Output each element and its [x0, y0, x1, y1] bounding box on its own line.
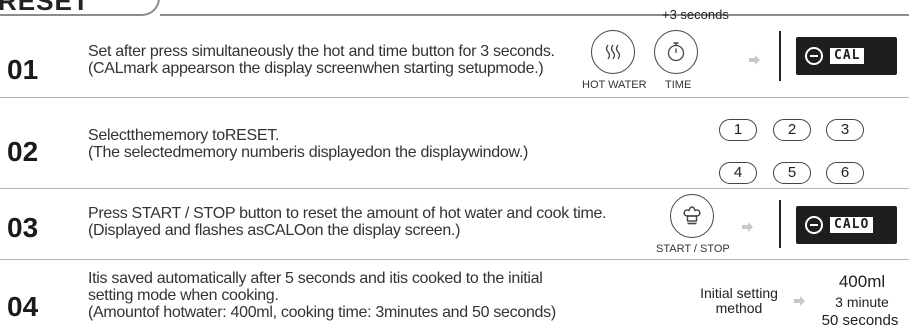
display-readout: CALO — [830, 217, 874, 233]
step-02-description: Selectthememory toRESET. (The selectedme… — [88, 127, 528, 161]
power-icon — [805, 216, 823, 234]
hold-duration-label: +3 seconds — [662, 7, 729, 22]
memory-button-1[interactable]: 1 — [719, 119, 757, 141]
display-screen-cal: CAL — [796, 37, 897, 75]
step-01-line-2: (CALmark appearson the display screenwhe… — [88, 60, 544, 77]
display-divider — [779, 31, 781, 81]
hot-water-caption: HOT WATER — [582, 79, 647, 91]
arrow-right-icon — [749, 55, 760, 65]
step-number-01: 01 — [7, 54, 39, 85]
row-divider — [0, 259, 909, 260]
row-divider — [0, 97, 909, 98]
step-03-description: Press START / STOP button to reset the a… — [88, 205, 607, 239]
initial-setting-label: Initial setting method — [691, 286, 787, 316]
memory-button-2[interactable]: 2 — [773, 119, 811, 141]
step-01-line-1: Set after press simultaneously the hot a… — [88, 43, 555, 60]
step-03-line-2: (Displayed and flashes asCALOon the disp… — [88, 222, 461, 239]
step-02-line-1: Selectthememory toRESET. — [88, 127, 280, 144]
arrow-right-icon — [794, 296, 805, 306]
step-03-line-1: Press START / STOP button to reset the a… — [88, 205, 607, 222]
step-number-04: 04 — [7, 291, 39, 322]
chef-hat-icon — [683, 206, 701, 225]
timer-icon — [667, 42, 685, 62]
memory-button-6[interactable]: 6 — [826, 162, 864, 184]
arrow-right-icon — [742, 222, 753, 232]
page-title: RESET — [0, 0, 90, 16]
time-caption: TIME — [665, 79, 692, 91]
initial-minutes: 3 minute — [835, 294, 889, 310]
step-number-02: 02 — [7, 136, 39, 167]
initial-setting-label-line-1: Initial setting — [700, 285, 778, 301]
memory-button-5[interactable]: 5 — [773, 162, 811, 184]
display-divider — [779, 200, 781, 248]
memory-button-4[interactable]: 4 — [719, 162, 757, 184]
row-divider — [0, 188, 909, 189]
start-stop-caption: START / STOP — [656, 243, 730, 255]
step-04-line-3: (Amountof hotwater: 400ml, cooking time:… — [88, 304, 556, 321]
step-number-03: 03 — [7, 212, 39, 243]
display-screen-calo: CALO — [796, 206, 897, 244]
step-04-line-2: setting mode when cooking. — [88, 287, 279, 304]
display-readout: CAL — [830, 48, 865, 64]
initial-water-amount: 400ml — [838, 272, 886, 291]
header-rule — [160, 14, 909, 16]
header-tab: RESET — [0, 0, 160, 16]
steam-icon — [605, 44, 621, 60]
step-04-line-1: Itis saved automatically after 5 seconds… — [88, 270, 543, 287]
initial-setting-label-line-2: method — [715, 300, 763, 316]
step-04-description: Itis saved automatically after 5 seconds… — [88, 270, 556, 321]
step-02-line-2: (The selectedmemory numberis displayedon… — [88, 144, 529, 161]
time-button[interactable] — [654, 30, 698, 74]
memory-button-3[interactable]: 3 — [826, 119, 864, 141]
initial-seconds: 50 seconds — [821, 312, 899, 329]
start-stop-button[interactable] — [670, 194, 714, 238]
hot-water-button[interactable] — [591, 30, 635, 74]
power-icon — [805, 47, 823, 65]
step-01-description: Set after press simultaneously the hot a… — [88, 43, 555, 77]
